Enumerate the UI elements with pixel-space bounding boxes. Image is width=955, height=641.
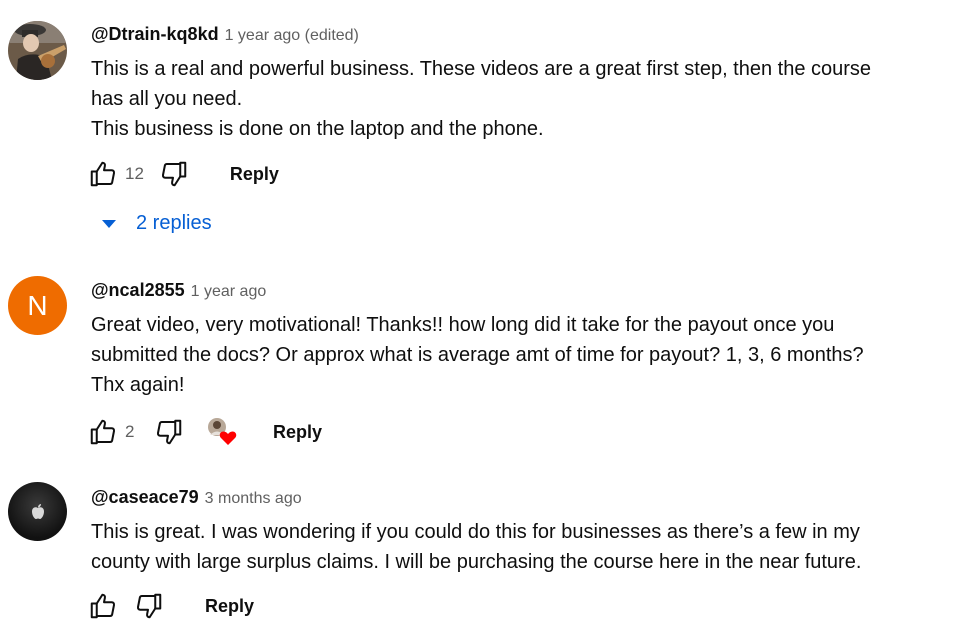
- thumb-up-icon: [90, 161, 116, 187]
- comment-body: @caseace79 3 months ago This is great. I …: [91, 486, 941, 577]
- comment-time[interactable]: 1 year ago (edited): [225, 27, 359, 44]
- thumb-up-icon: [90, 419, 116, 445]
- caret-down-icon: [102, 219, 116, 228]
- thumb-down-icon: [156, 419, 182, 445]
- dislike-button[interactable]: [133, 590, 165, 622]
- thumb-up-icon: [90, 593, 116, 619]
- avatar[interactable]: [8, 21, 67, 80]
- replies-label: 2 replies: [136, 212, 212, 234]
- comment-actions: 2 Reply: [87, 414, 322, 450]
- reply-button[interactable]: Reply: [273, 422, 322, 443]
- comment-actions: Reply: [87, 588, 254, 624]
- like-count: 2: [125, 422, 135, 441]
- avatar-letter: N: [27, 289, 48, 321]
- avatar[interactable]: N: [8, 276, 67, 335]
- like-button[interactable]: [87, 590, 119, 622]
- like-button[interactable]: [87, 158, 119, 190]
- comment-body: @Dtrain-kq8kd 1 year ago (edited) This is…: [91, 23, 941, 144]
- comment-author[interactable]: @ncal2855: [91, 280, 185, 300]
- show-replies-button[interactable]: 2 replies: [100, 212, 212, 235]
- thumb-down-icon: [136, 593, 162, 619]
- like-button[interactable]: [87, 416, 119, 448]
- comment-actions: 12 Reply: [87, 156, 279, 192]
- comment-author[interactable]: @caseace79: [91, 487, 199, 507]
- creator-heart[interactable]: [207, 417, 237, 447]
- comment-body: @ncal2855 1 year ago Great video, very mo…: [91, 279, 941, 400]
- comment-time[interactable]: 3 months ago: [205, 490, 302, 507]
- creator-heart-icon: [219, 431, 237, 445]
- comment-text: This is great. I was wondering if you co…: [91, 521, 862, 573]
- comment-time[interactable]: 1 year ago: [191, 283, 267, 300]
- avatar[interactable]: [8, 482, 67, 541]
- apple-logo-icon: [31, 503, 44, 519]
- thumb-down-icon: [161, 161, 187, 187]
- comment-author[interactable]: @Dtrain-kq8kd: [91, 24, 219, 44]
- comment-text: This is a real and powerful business. Th…: [91, 58, 872, 140]
- comment-text: Great video, very motivational! Thanks!!…: [91, 314, 864, 396]
- reply-button[interactable]: Reply: [205, 596, 254, 617]
- reply-button[interactable]: Reply: [230, 164, 279, 185]
- dislike-button[interactable]: [153, 416, 185, 448]
- dislike-button[interactable]: [158, 158, 190, 190]
- like-count: 12: [125, 164, 144, 183]
